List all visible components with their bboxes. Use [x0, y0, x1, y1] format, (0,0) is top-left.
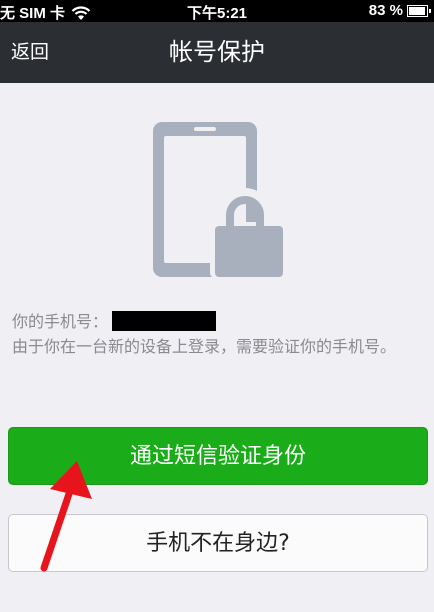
verify-sms-button[interactable]: 通过短信验证身份: [8, 427, 428, 485]
battery-percent: 83 %: [368, 2, 403, 19]
phone-row: 你的手机号：: [12, 309, 428, 334]
info-text: 你的手机号： 由于你在一台新的设备上登录，需要验证你的手机号。: [12, 309, 428, 359]
battery-group: 83 %: [368, 2, 431, 19]
phone-not-nearby-button[interactable]: 手机不在身边?: [8, 514, 428, 572]
status-bar: 无 SIM 卡 下午5:21 83 %: [0, 0, 434, 22]
phone-label: 你的手机号：: [12, 312, 109, 331]
redacted-phone-number: [112, 311, 217, 331]
battery-icon: [407, 4, 431, 17]
phone-lock-icon: [153, 122, 286, 278]
page-title: 帐号保护: [169, 38, 265, 66]
verify-message: 由于你在一台新的设备上登录，需要验证你的手机号。: [12, 337, 397, 356]
nav-bar: 返回 帐号保护: [0, 22, 434, 83]
